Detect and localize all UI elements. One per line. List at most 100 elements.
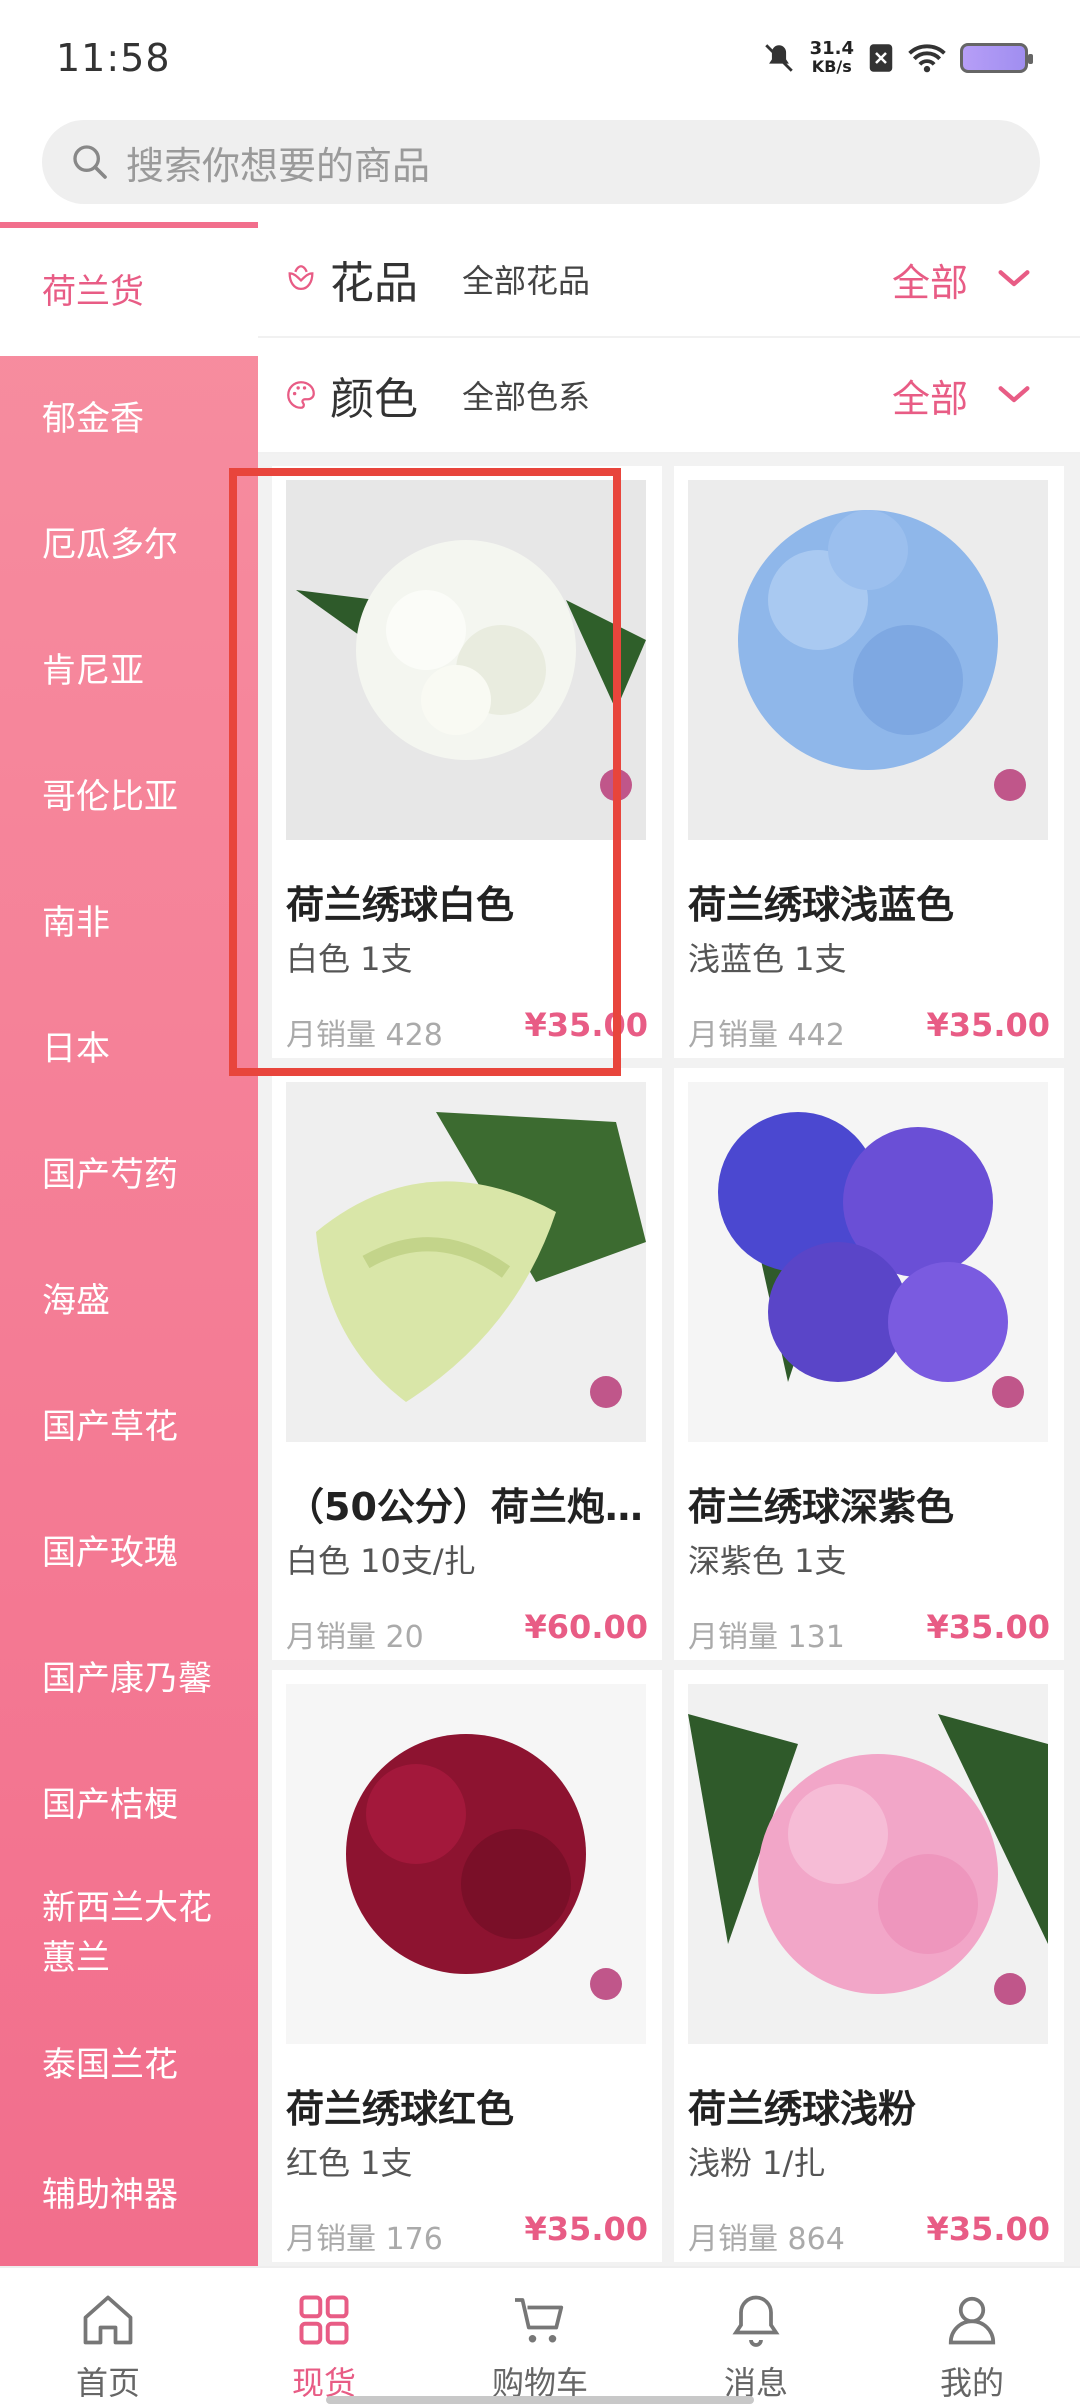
product-sales: 月销量 20 <box>286 1620 424 1655</box>
battery-icon <box>960 43 1033 73</box>
product-price: ¥35.00 <box>524 2210 648 2248</box>
sidebar-item[interactable]: 日本 <box>0 986 258 1112</box>
search-icon <box>73 145 107 179</box>
sidebar-item-label: 国产草花 <box>42 1407 178 1447</box>
sidebar-item[interactable]: 国产玫瑰 <box>0 1490 258 1616</box>
white-hydrangea-image <box>296 540 646 801</box>
tab-in-stock[interactable]: 现货 <box>216 2268 432 2408</box>
product-card[interactable]: 荷兰绣球深紫色 深紫色 1支 月销量 131 ¥35.00 <box>674 1068 1064 1660</box>
cart-icon <box>515 2298 564 2343</box>
product-sales: 月销量 131 <box>688 1620 845 1655</box>
sidebar-item-label: 日本 <box>42 1029 110 1069</box>
grid-icon <box>299 2295 349 2345</box>
search-placeholder: 搜索你想要的商品 <box>126 143 431 188</box>
tab-cart[interactable]: 购物车 <box>432 2268 648 2408</box>
home-indicator <box>326 2396 754 2404</box>
speed-value: 31.4 <box>809 38 854 59</box>
sidebar-item-label: 海盛 <box>42 1281 110 1321</box>
sidebar-item[interactable]: 厄瓜多尔 <box>0 482 258 608</box>
product-spec: 白色 10支/扎 <box>286 1542 476 1580</box>
chevron-down-icon[interactable] <box>994 259 1034 299</box>
sidebar-item[interactable]: 辅助神器 <box>0 2132 258 2258</box>
product-sales: 月销量 864 <box>688 2222 845 2257</box>
product-card[interactable]: （50公分）荷兰炮仗花 白色 10支/扎 月销量 20 ¥60.00 <box>272 1068 662 1660</box>
filter-panel: 花品 全部花品 全部 颜色 全部色系 全部 <box>258 222 1080 454</box>
product-spec: 深紫色 1支 <box>688 1542 847 1580</box>
category-sidebar: 荷兰货 郁金香 厄瓜多尔 肯尼亚 哥伦比亚 南非 日本 国产芍药 海盛 国产草花… <box>0 222 258 2266</box>
tab-messages[interactable]: 消息 <box>648 2268 864 2408</box>
product-spec: 红色 1支 <box>286 2144 413 2182</box>
product-spec: 浅蓝色 1支 <box>688 940 847 978</box>
product-title: 荷兰绣球浅蓝色 <box>688 883 955 927</box>
sidebar-item[interactable]: 海盛 <box>0 1238 258 1364</box>
color-filter-value[interactable]: 全部 <box>892 368 968 423</box>
product-price: ¥60.00 <box>524 1608 648 1646</box>
purple-hydrangea-image <box>718 1112 1024 1408</box>
astilbe-image <box>316 1112 646 1408</box>
color-filter-subtitle: 全部色系 <box>462 378 591 416</box>
product-sales: 月销量 176 <box>286 2222 443 2257</box>
chevron-down-icon[interactable] <box>994 375 1034 415</box>
speed-unit: KB/s <box>811 57 852 76</box>
pink-hydrangea-image <box>688 1714 1048 2005</box>
bell-icon <box>732 2295 780 2347</box>
bottom-tab-bar: 首页 现货 购物车 消息 我的 <box>0 2266 1080 2408</box>
color-filter[interactable]: 颜色 全部色系 全部 <box>258 338 1080 454</box>
sidebar-item-label: 南非 <box>42 903 110 943</box>
sidebar-item[interactable]: 南非 <box>0 860 258 986</box>
mute-bell-icon <box>764 44 793 72</box>
flower-filter-value[interactable]: 全部 <box>892 252 968 307</box>
red-hydrangea-image <box>346 1734 622 2000</box>
sidebar-item[interactable]: 哥伦比亚 <box>0 734 258 860</box>
sidebar-item-label: 荷兰货 <box>42 272 144 312</box>
product-card[interactable]: 荷兰绣球白色 白色 1支 月销量 428 ¥35.00 <box>272 466 662 1058</box>
flower-icon <box>288 265 314 291</box>
sidebar-item-label: 国产玫瑰 <box>42 1533 178 1573</box>
sidebar-item[interactable]: 国产桔梗 <box>0 1742 258 1868</box>
sidebar-item-label: 厄瓜多尔 <box>42 525 178 565</box>
product-title: 荷兰绣球浅粉 <box>688 2087 917 2131</box>
tab-label: 我的 <box>939 2364 1004 2402</box>
sidebar-item[interactable]: 泰国兰花 <box>0 1998 258 2132</box>
product-title: 荷兰绣球红色 <box>286 2087 515 2131</box>
palette-icon <box>287 381 315 409</box>
sidebar-item[interactable]: 国产芍药 <box>0 1112 258 1238</box>
sidebar-item[interactable]: 国产草花 <box>0 1364 258 1490</box>
product-card[interactable]: 荷兰绣球浅粉 浅粉 1/扎 月销量 864 ¥35.00 <box>674 1670 1064 2262</box>
status-bar: 11:58 31.4 KB/s <box>0 0 1080 118</box>
product-price: ¥35.00 <box>926 2210 1050 2248</box>
wifi-icon <box>908 44 946 73</box>
product-image <box>286 1684 646 2044</box>
color-filter-title: 颜色 <box>330 374 418 425</box>
product-card[interactable]: 荷兰绣球浅蓝色 浅蓝色 1支 月销量 442 ¥35.00 <box>674 466 1064 1058</box>
product-title: 荷兰绣球白色 <box>286 883 515 927</box>
sidebar-item[interactable]: 郁金香 <box>0 356 258 482</box>
product-image <box>286 480 646 840</box>
sidebar-item[interactable]: 荷兰货 <box>0 222 258 356</box>
product-grid: 荷兰绣球白色 白色 1支 月销量 428 ¥35.00 荷兰绣球浅蓝色 浅蓝色 … <box>258 454 1080 2266</box>
network-speed: 31.4 KB/s <box>810 40 854 76</box>
flower-filter-title: 花品 <box>330 258 418 309</box>
home-icon <box>83 2295 133 2345</box>
tab-label: 首页 <box>75 2364 140 2402</box>
product-sales: 月销量 442 <box>688 1018 845 1053</box>
sidebar-item[interactable]: 国产康乃馨 <box>0 1616 258 1742</box>
product-image <box>688 1082 1048 1442</box>
sidebar-item[interactable]: 新西兰大花蕙兰 <box>0 1868 258 1998</box>
blue-hydrangea-image <box>738 510 1026 801</box>
product-image <box>286 1082 646 1442</box>
product-price: ¥35.00 <box>926 1608 1050 1646</box>
tab-profile[interactable]: 我的 <box>864 2268 1080 2408</box>
tab-home[interactable]: 首页 <box>0 2268 216 2408</box>
sidebar-item-label: 辅助神器 <box>42 2175 178 2215</box>
search-bar[interactable]: 搜索你想要的商品 <box>42 120 1040 204</box>
sidebar-item-label: 新西兰大花蕙兰 <box>42 1888 212 1978</box>
product-card[interactable]: 荷兰绣球红色 红色 1支 月销量 176 ¥35.00 <box>272 1670 662 2262</box>
sim-x-icon <box>869 44 893 72</box>
sidebar-item-label: 郁金香 <box>42 399 144 439</box>
status-icons: 31.4 KB/s <box>762 40 1033 76</box>
product-image <box>688 1684 1048 2044</box>
flower-filter[interactable]: 花品 全部花品 全部 <box>258 222 1080 338</box>
sidebar-item[interactable]: 肯尼亚 <box>0 608 258 734</box>
product-price: ¥35.00 <box>524 1006 648 1044</box>
